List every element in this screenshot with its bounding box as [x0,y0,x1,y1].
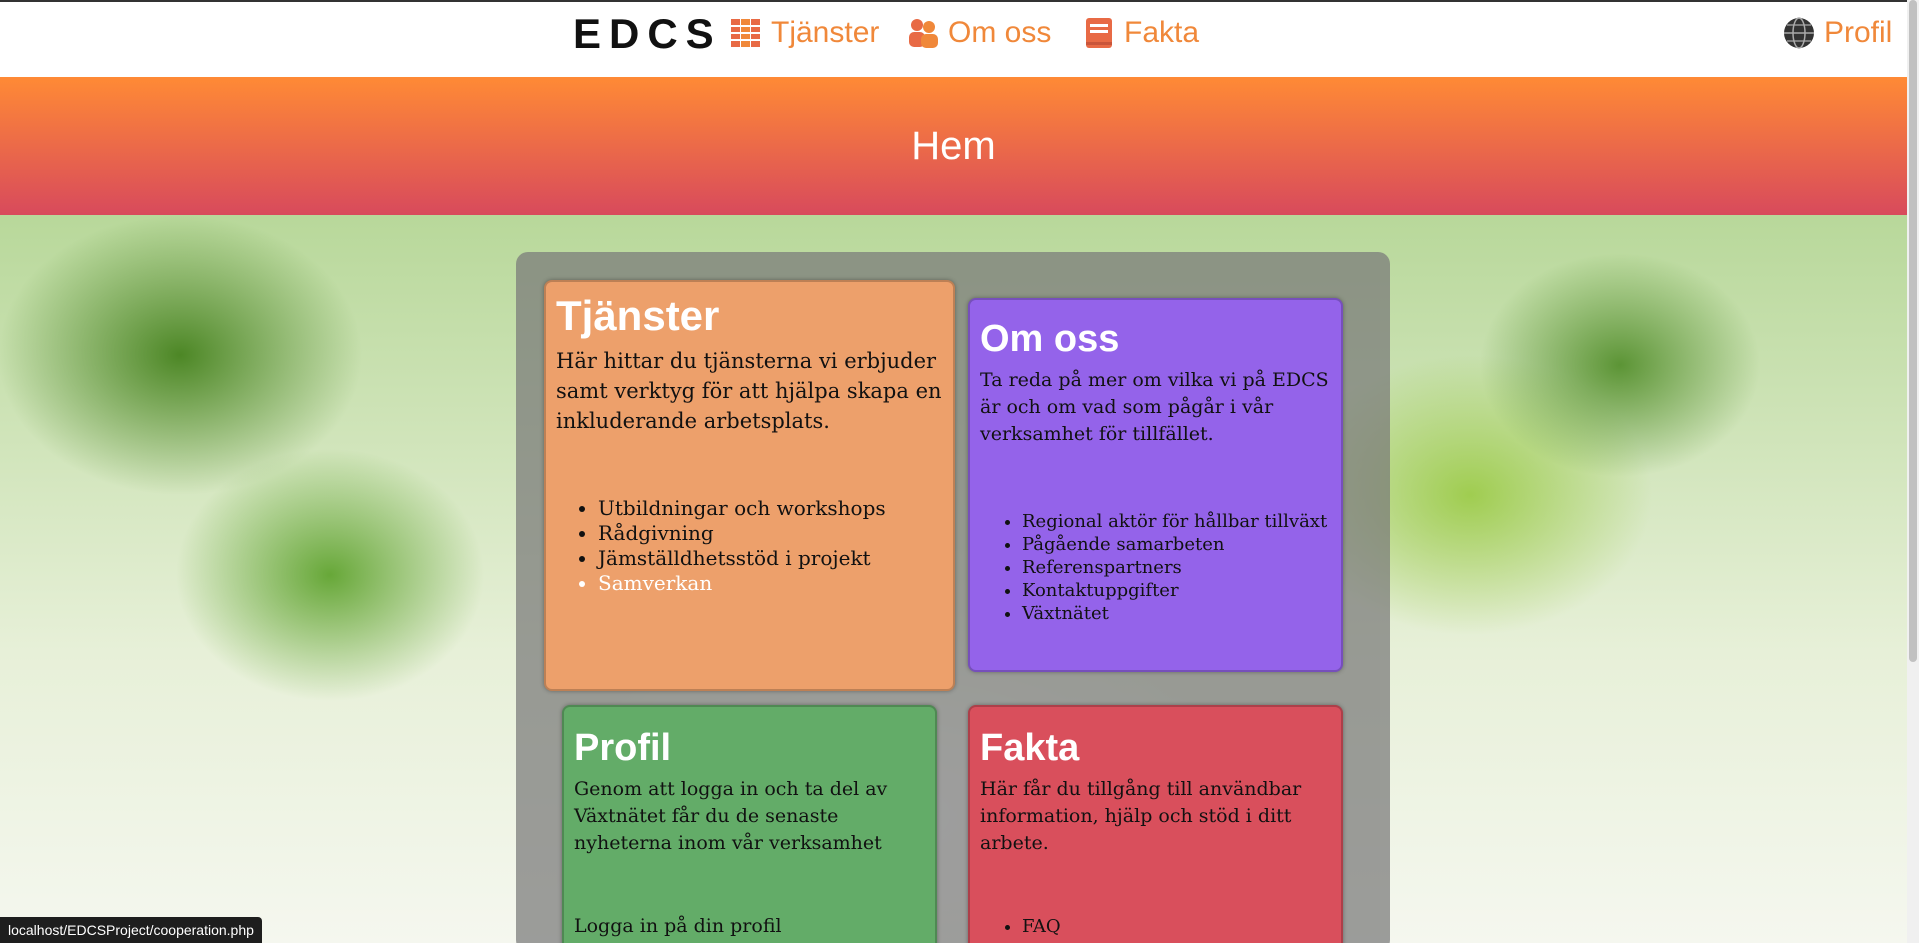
card-description: Ta reda på mer om vilka vi på EDCS är oc… [980,369,1329,445]
card-list: Utbildningar och workshops Rådgivning Jä… [556,496,943,596]
top-navigation: EDCS Tjänster Om oss Fakta Profil [0,0,1907,77]
card-list: Regional aktör för hållbar tillväxt Pågå… [980,510,1331,625]
card-title: Fakta [980,727,1080,769]
page-header: Hem [0,77,1907,215]
list-item[interactable]: Regional aktör för hållbar tillväxt [1022,510,1331,533]
globe-icon [1782,16,1816,50]
nav-link-fakta[interactable]: Fakta [1082,16,1199,50]
card-profil[interactable]: Profil Genom att logga in och ta del av … [562,705,937,943]
list-item[interactable]: Rådgivning [598,521,943,546]
list-item[interactable]: Växtnätet [1022,602,1331,625]
list-item[interactable]: Pågående samarbeten [1022,533,1331,556]
card-fakta[interactable]: Fakta Här får du tillgång till användbar… [968,705,1343,943]
list-item[interactable]: Referenspartners [1022,556,1331,579]
nav-link-tjanster[interactable]: Tjänster [729,16,879,50]
card-description: Här hittar du tjänsterna vi erbjuder sam… [556,349,942,433]
nav-link-label: Fakta [1124,16,1200,49]
card-title: Profil [574,727,672,769]
card-tjanster[interactable]: Tjänster Här hittar du tjänsterna vi erb… [544,280,955,691]
book-stack-icon [729,16,763,50]
site-logo[interactable]: EDCS [573,10,722,58]
card-description: Här får du tillgång till användbar infor… [980,778,1302,854]
book-icon [1082,16,1116,50]
status-url: localhost/EDCSProject/cooperation.php [0,917,262,943]
people-icon [906,16,940,50]
card-om-oss[interactable]: Om oss Ta reda på mer om vilka vi på EDC… [968,298,1343,672]
nav-link-om-oss[interactable]: Om oss [906,16,1051,50]
nav-link-label: Om oss [948,16,1052,49]
list-item[interactable]: Kontaktuppgifter [1022,579,1331,602]
nav-link-profil[interactable]: Profil [1782,16,1892,50]
scrollbar-thumb[interactable] [1909,0,1917,662]
login-link[interactable]: Logga in på din profil [574,913,925,940]
card-list: FAQ [980,915,1331,938]
scrollbar[interactable] [1907,0,1919,943]
list-item[interactable]: Samverkan [598,571,943,596]
page-title: Hem [911,123,996,168]
nav-link-label: Tjänster [771,16,880,49]
card-title: Om oss [980,318,1120,360]
nav-link-label: Profil [1824,16,1893,49]
list-item[interactable]: FAQ [1022,915,1331,938]
list-item[interactable]: Utbildningar och workshops [598,496,943,521]
card-title: Tjänster [556,292,720,339]
card-description: Genom att logga in och ta del av Växtnät… [574,778,888,854]
list-item[interactable]: Jämställdhetsstöd i projekt [598,546,943,571]
